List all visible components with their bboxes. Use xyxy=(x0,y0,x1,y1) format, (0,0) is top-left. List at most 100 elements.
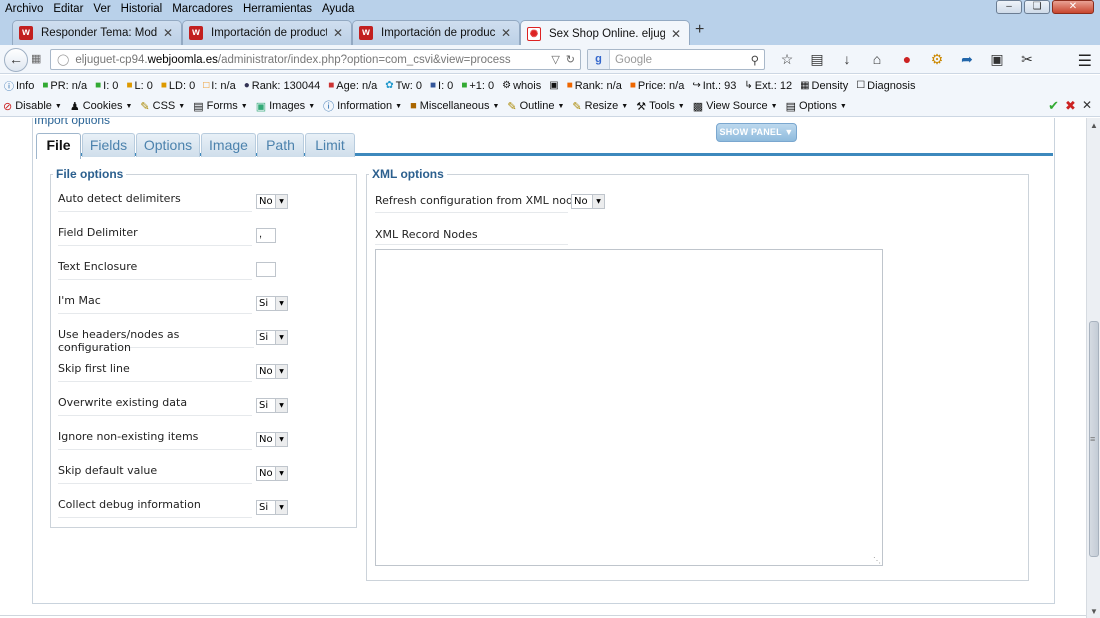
web-developer-toolbar: ⊘ Disable ▼ ♟ Cookies ▼ ✎ CSS ▼ ▤ Forms ▼ ▣ Image… xyxy=(0,96,1100,117)
hamburger-menu-icon[interactable]: ☰ xyxy=(1078,51,1092,71)
xml-record-nodes-textarea[interactable]: ⋱ xyxy=(375,249,883,566)
search-icon[interactable]: ⚲ xyxy=(751,53,759,67)
seo-links[interactable]: ■ L: 0 xyxy=(126,80,152,92)
home-icon[interactable]: ⌂ xyxy=(862,51,892,68)
menu-ayuda[interactable]: Ayuda xyxy=(317,1,359,17)
dev-disable-menu[interactable]: ⊘ Disable ▼ xyxy=(3,100,62,113)
seo-semrush-rank[interactable]: ■ Rank: n/a xyxy=(567,80,622,92)
tool-icon[interactable]: ✂ xyxy=(1012,51,1042,68)
tab-options[interactable]: Options xyxy=(136,133,200,157)
ignore-non-existing-select[interactable]: No ▼ xyxy=(256,432,288,447)
menu-historial[interactable]: Historial xyxy=(116,1,168,17)
bookmarks-list-icon[interactable]: ▤ xyxy=(802,51,832,68)
url-path: /administrator/index.php?option=com_csvi… xyxy=(217,53,511,66)
scroll-down-arrow-icon[interactable]: ▼ xyxy=(1090,607,1098,616)
download-arrow-icon[interactable]: ↓ xyxy=(832,51,862,68)
page-menu-icon[interactable]: ▦ xyxy=(31,52,41,65)
adblock-icon[interactable]: ● xyxy=(892,51,922,68)
close-tab-icon[interactable]: ✕ xyxy=(333,26,343,40)
close-window-icon[interactable]: ✕ xyxy=(1052,0,1094,14)
tab-fields[interactable]: Fields xyxy=(82,133,135,157)
error-icon[interactable]: ✖ xyxy=(1065,98,1076,114)
menu-marcadores[interactable]: Marcadores xyxy=(167,1,238,17)
close-tab-icon[interactable]: ✕ xyxy=(163,26,173,40)
facebook-icon: ■ xyxy=(429,80,437,91)
bookmark-star-icon[interactable]: ☆ xyxy=(772,51,802,68)
dev-miscellaneous-menu[interactable]: ■ Miscellaneous ▼ xyxy=(410,100,499,112)
im-mac-select[interactable]: Si ▼ xyxy=(256,296,288,311)
new-tab-icon[interactable]: + xyxy=(695,21,704,39)
minimize-icon[interactable]: – xyxy=(996,0,1022,14)
tab-limit[interactable]: Limit xyxy=(305,133,355,157)
dev-outline-menu[interactable]: ✎ Outline ▼ xyxy=(507,100,564,113)
dev-resize-menu[interactable]: ✎ Resize ▼ xyxy=(572,100,628,113)
seo-gplus[interactable]: ■ +1: 0 xyxy=(461,80,494,92)
seo-facebook[interactable]: ■ I: 0 xyxy=(430,80,453,92)
menu-archivo[interactable]: Archivo xyxy=(0,1,48,17)
dev-tools-menu[interactable]: ⚒ Tools ▼ xyxy=(636,100,685,113)
dev-view-source-menu[interactable]: ▩ View Source ▼ xyxy=(693,100,778,113)
seoquake-icon[interactable]: ⚙ xyxy=(922,51,952,68)
close-tab-icon[interactable]: ✕ xyxy=(501,26,511,40)
dev-information-menu[interactable]: ⓘ Information ▼ xyxy=(323,98,402,114)
dropdown-arrow-icon[interactable]: ▽ xyxy=(551,53,559,66)
dropdown-arrow-icon: ▼ xyxy=(275,365,287,378)
dev-css-menu[interactable]: ✎ CSS ▼ xyxy=(140,100,185,113)
tab-file[interactable]: File xyxy=(36,133,81,159)
close-tab-icon[interactable]: ✕ xyxy=(671,27,681,41)
use-headers-select[interactable]: Si ▼ xyxy=(256,330,288,345)
valid-check-icon[interactable]: ✔ xyxy=(1048,98,1059,114)
menu-editar[interactable]: Editar xyxy=(48,1,88,17)
browser-tab-sexshop[interactable]: ✺ Sex Shop Online. eljuguete... ✕ xyxy=(520,20,690,46)
google-search-engine-icon[interactable]: g xyxy=(588,50,610,69)
dev-forms-menu[interactable]: ▤ Forms ▼ xyxy=(193,100,248,113)
url-bar[interactable]: ◯ eljuguet-cp94. webjoomla.es/administrat… xyxy=(50,49,581,70)
seo-google-index[interactable]: ■ I: 0 xyxy=(95,80,118,92)
dev-options-menu[interactable]: ▤ Options ▼ xyxy=(786,100,847,113)
maximize-icon[interactable]: ❏ xyxy=(1024,0,1050,14)
gift-favicon-icon: ✺ xyxy=(527,26,541,41)
menu-ver[interactable]: Ver xyxy=(88,1,115,17)
import-options-legend: Import options xyxy=(34,118,111,127)
tab-path[interactable]: Path xyxy=(257,133,304,157)
extension-arrow-icon[interactable]: ➦ xyxy=(952,51,982,68)
browser-tab-importacion-2[interactable]: w Importación de productos ... ✕ xyxy=(352,20,520,45)
seo-source[interactable]: ▣ xyxy=(549,80,558,91)
text-enclosure-input[interactable] xyxy=(256,262,276,277)
seo-bing-index[interactable]: □ I: n/a xyxy=(203,80,236,92)
seo-linkdomains[interactable]: ■ LD: 0 xyxy=(161,80,195,92)
seo-density[interactable]: ▦ Density xyxy=(800,80,848,92)
resize-handle-icon[interactable]: ⋱ xyxy=(873,556,881,565)
browser-tab-responder[interactable]: w Responder Tema: Modifica... ✕ xyxy=(12,20,182,45)
dev-images-menu[interactable]: ▣ Images ▼ xyxy=(256,100,315,113)
seo-twitter[interactable]: ✿ Tw: 0 xyxy=(385,80,422,92)
seo-age[interactable]: ■ Age: n/a xyxy=(328,80,377,92)
collect-debug-select[interactable]: Si ▼ xyxy=(256,500,288,515)
seo-external-links[interactable]: ↳ Ext.: 12 xyxy=(744,80,792,92)
seo-internal-links[interactable]: ↪ Int.: 93 xyxy=(692,80,736,92)
search-box[interactable]: g Google ⚲ xyxy=(587,49,765,70)
seo-pagerank[interactable]: ■ PR: n/a xyxy=(42,80,87,92)
toolbar-extra-icon[interactable]: ▣ xyxy=(982,51,1012,68)
back-arrow-icon[interactable]: ← xyxy=(4,48,28,72)
reload-icon[interactable]: ↻ xyxy=(566,53,575,66)
tab-image[interactable]: Image xyxy=(201,133,256,157)
dev-cookies-menu[interactable]: ♟ Cookies ▼ xyxy=(70,100,133,113)
menu-herramientas[interactable]: Herramientas xyxy=(238,1,317,17)
skip-first-line-select[interactable]: No ▼ xyxy=(256,364,288,379)
overwrite-existing-select[interactable]: Si ▼ xyxy=(256,398,288,413)
row-skip-first-line: Skip first line No ▼ xyxy=(58,360,348,382)
seo-info[interactable]: ⓘ Info xyxy=(4,78,34,94)
close-toolbar-icon[interactable]: ✕ xyxy=(1082,98,1092,114)
scroll-up-arrow-icon[interactable]: ▲ xyxy=(1090,121,1098,130)
browser-tab-importacion-1[interactable]: w Importación de productos ... ✕ xyxy=(182,20,352,45)
seo-whois[interactable]: ⚙ whois xyxy=(502,80,541,92)
field-delimiter-input[interactable]: , xyxy=(256,228,276,243)
seo-alexa-rank[interactable]: ● Rank: 130044 xyxy=(244,80,321,92)
seo-diagnosis[interactable]: ☐ Diagnosis xyxy=(856,80,915,92)
seo-semrush-price[interactable]: ■ Price: n/a xyxy=(630,80,685,92)
refresh-config-select[interactable]: No ▼ xyxy=(571,194,605,209)
auto-detect-delimiters-select[interactable]: No ▼ xyxy=(256,194,288,209)
page-scrollbar[interactable]: ▲ ≡ ▼ xyxy=(1086,118,1100,618)
skip-default-value-select[interactable]: No ▼ xyxy=(256,466,288,481)
